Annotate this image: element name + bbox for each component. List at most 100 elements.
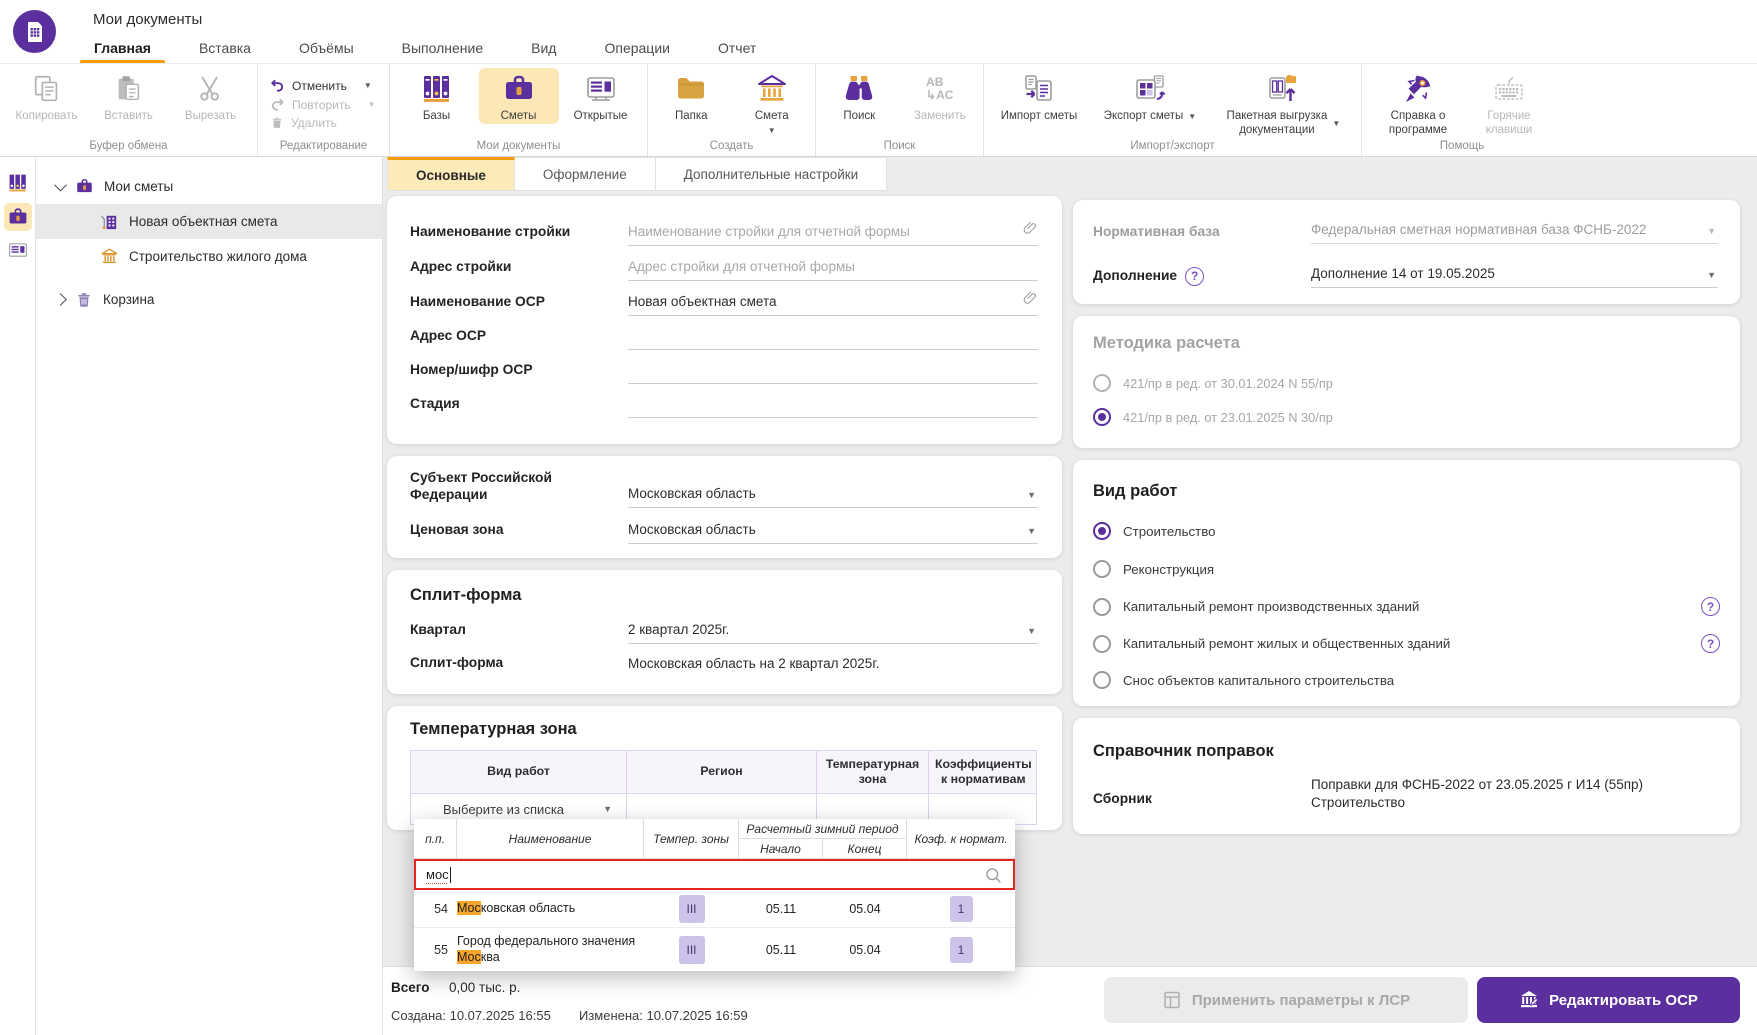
construction-address-input[interactable]: Адрес стройки для отчетной формы xyxy=(628,253,1038,281)
field-label: Адрес ОСР xyxy=(410,328,487,344)
tree-item-trash[interactable]: Корзина xyxy=(36,282,382,317)
quarter-select[interactable]: 2 квартал 2025г. ▼ xyxy=(628,616,1038,644)
menu-tab-otchet[interactable]: Отчет xyxy=(694,33,780,63)
menu-tab-vypolnenie[interactable]: Выполнение xyxy=(378,33,507,63)
tab-oformlenie[interactable]: Оформление xyxy=(514,157,656,191)
undo-dropdown-icon[interactable]: ▼ xyxy=(364,81,372,90)
field-label: Ценовая зона xyxy=(410,522,504,538)
hotkeys-button[interactable]: Горячие клавиши xyxy=(1466,68,1552,137)
menu-tab-vstavka[interactable]: Вставка xyxy=(175,33,275,63)
help-icon[interactable]: ? xyxy=(1701,597,1720,616)
work-option-reconstruction[interactable]: Реконструкция xyxy=(1093,560,1720,578)
hotkeys-label: Горячие клавиши xyxy=(1485,110,1533,136)
group-label-search: Поиск xyxy=(883,140,916,152)
undo-button[interactable]: Отменить ▼ xyxy=(270,78,377,93)
stage-input[interactable] xyxy=(628,390,1038,418)
search-button[interactable]: Поиск xyxy=(820,68,899,124)
batch-export-button[interactable]: Пакетная выгрузка документации ▼ xyxy=(1210,68,1357,137)
ribbon-group-clipboard: Копировать Вставить Вырезать Буфер обмен… xyxy=(0,64,258,156)
radio-unselected-icon[interactable] xyxy=(1093,560,1111,578)
work-option-demolition[interactable]: Снос объектов капитального строительства xyxy=(1093,671,1720,689)
work-type-card: Вид работ Строительство Реконструкция Ка… xyxy=(1073,460,1740,706)
field-label: Сплит-форма xyxy=(410,655,504,671)
work-option-industrial-repair[interactable]: Капитальный ремонт производственных здан… xyxy=(1093,597,1720,616)
menu-tab-vid[interactable]: Вид xyxy=(507,33,580,63)
edit-osr-button[interactable]: Редактировать ОСР xyxy=(1477,977,1740,1023)
app-logo-icon xyxy=(13,10,56,53)
field-label: Сборник xyxy=(1093,790,1152,806)
radio-unselected-icon[interactable] xyxy=(1093,597,1111,616)
menu-tab-glavnaya[interactable]: Главная xyxy=(70,33,175,64)
osr-name-input[interactable]: Новая объектная смета xyxy=(628,288,1038,316)
group-label-create: Создать xyxy=(709,140,754,152)
temple-icon xyxy=(755,71,789,107)
field-value: Московская область xyxy=(628,486,756,502)
redo-button[interactable]: Повторить ▼ xyxy=(270,97,377,112)
radio-unselected-icon[interactable] xyxy=(1093,374,1111,392)
radio-label: Капитальный ремонт производственных здан… xyxy=(1123,599,1420,614)
tree-item-house-construction[interactable]: Строительство жилого дома xyxy=(36,239,382,274)
about-button[interactable]: Справка о программе xyxy=(1372,68,1464,137)
tree-item-my-estimates[interactable]: Мои сметы xyxy=(36,169,382,204)
column-header: п.п. xyxy=(414,819,457,859)
new-folder-button[interactable]: Папка xyxy=(652,68,731,124)
zone-search-input[interactable]: мос xyxy=(414,859,1015,890)
chevron-down-icon: ▼ xyxy=(1027,490,1036,501)
menu-tab-operacii[interactable]: Операции xyxy=(580,33,694,63)
export-estimate-button[interactable]: Экспорт сметы ▼ xyxy=(1092,68,1208,124)
batch-export-dropdown-icon[interactable]: ▼ xyxy=(1332,119,1340,128)
help-icon[interactable]: ? xyxy=(1701,634,1720,653)
radio-unselected-icon[interactable] xyxy=(1093,671,1111,689)
import-estimate-button[interactable]: Импорт сметы xyxy=(988,68,1090,124)
paperclip-icon[interactable] xyxy=(1022,219,1038,235)
osr-number-input[interactable] xyxy=(628,356,1038,384)
trash-icon xyxy=(75,291,93,309)
radio-selected-icon[interactable] xyxy=(1093,408,1111,426)
new-estimate-dropdown-icon[interactable]: ▼ xyxy=(768,126,776,135)
radio-selected-icon[interactable] xyxy=(1093,522,1111,540)
work-option-residential-repair[interactable]: Капитальный ремонт жилых и общественных … xyxy=(1093,634,1720,653)
column-header: Вид работ xyxy=(411,751,627,793)
scissors-icon xyxy=(195,71,227,107)
batch-export-icon xyxy=(1266,71,1300,107)
normative-base-select[interactable]: Федеральная сметная нормативная база ФСН… xyxy=(1311,216,1718,244)
chevron-right-icon[interactable] xyxy=(54,293,67,306)
export-dropdown-icon[interactable]: ▼ xyxy=(1188,112,1196,121)
radio-unselected-icon[interactable] xyxy=(1093,634,1111,653)
about-label: Справка о программе xyxy=(1388,110,1448,136)
zone-row-54[interactable]: 54 Московская область III 05.11 05.04 1 xyxy=(414,890,1015,928)
supplement-select[interactable]: Дополнение 14 от 19.05.2025 ▼ xyxy=(1311,260,1718,288)
tree-item-new-object-estimate[interactable]: Новая объектная смета xyxy=(36,204,382,239)
new-estimate-button[interactable]: Смета ▼ xyxy=(733,68,812,135)
cut-button[interactable]: Вырезать xyxy=(171,68,251,124)
osr-address-input[interactable] xyxy=(628,322,1038,350)
tab-osnovnye[interactable]: Основные xyxy=(387,157,515,191)
estimates-button[interactable]: Сметы xyxy=(478,68,559,124)
rail-bases-icon[interactable] xyxy=(4,169,32,197)
apply-to-lsr-button[interactable]: Применить параметры к ЛСР xyxy=(1104,977,1468,1023)
paperclip-icon[interactable] xyxy=(1022,289,1038,305)
content-tabs: Основные Оформление Дополнительные настр… xyxy=(387,157,888,191)
tab-dop-nastroyki[interactable]: Дополнительные настройки xyxy=(655,157,888,191)
replace-button[interactable]: AB ↳AC Заменить xyxy=(901,68,980,124)
method-option-2[interactable]: 421/пр в ред. от 23.01.2025 N 30/пр xyxy=(1093,408,1720,426)
rail-estimates-icon[interactable] xyxy=(3,203,32,231)
bases-button[interactable]: Базы xyxy=(397,68,477,124)
delete-button[interactable]: Удалить xyxy=(270,116,377,130)
menu-tab-obyomy[interactable]: Объёмы xyxy=(275,33,378,63)
price-zone-select[interactable]: Московская область ▼ xyxy=(628,516,1038,544)
help-icon[interactable]: ? xyxy=(1185,267,1205,286)
paste-button[interactable]: Вставить xyxy=(89,68,169,124)
subject-select[interactable]: Московская область ▼ xyxy=(628,480,1038,509)
rail-opened-icon[interactable] xyxy=(4,237,32,265)
chevron-down-icon[interactable] xyxy=(54,178,67,192)
work-option-construction[interactable]: Строительство xyxy=(1093,522,1720,540)
field-value: Федеральная сметная нормативная база ФСН… xyxy=(1311,222,1647,237)
method-option-1[interactable]: 421/пр в ред. от 30.01.2024 N 55/пр xyxy=(1093,374,1720,392)
copy-button[interactable]: Копировать xyxy=(7,68,87,124)
zone-row-55[interactable]: 55 Город федерального значения Москва II… xyxy=(414,928,1015,971)
opened-button[interactable]: Открытые xyxy=(561,68,641,124)
text-caret xyxy=(449,866,452,883)
construction-name-input[interactable]: Наименование стройки для отчетной формы xyxy=(628,218,1038,246)
redo-dropdown-icon[interactable]: ▼ xyxy=(368,100,376,109)
